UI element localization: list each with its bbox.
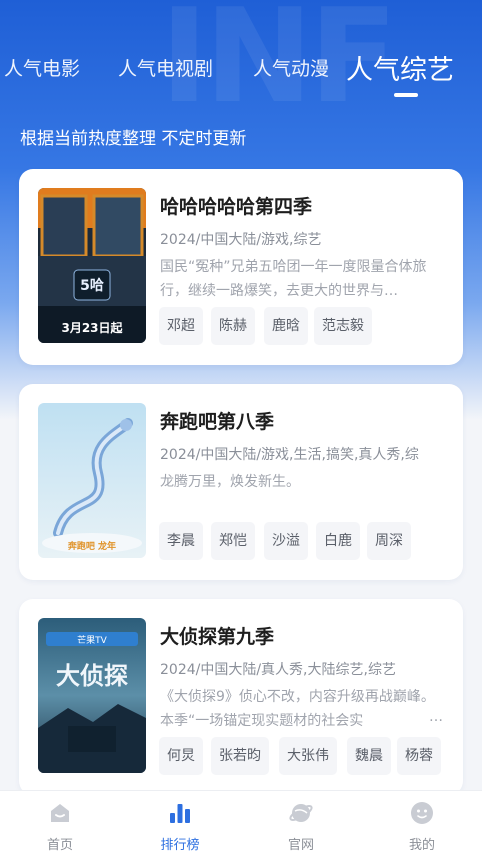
show-poster: 芒果TV 大侦探 xyxy=(38,618,146,773)
show-poster: 奔跑吧 龙年 xyxy=(38,403,146,558)
category-tabs: 人气电影 人气电视剧 人气动漫 人气综艺 xyxy=(0,46,482,96)
show-poster: 5哈 3月23日起 xyxy=(38,188,146,343)
show-card[interactable]: 奔跑吧 龙年 奔跑吧第八季 2024/中国大陆/游戏,生活,搞笑,真人秀,综 龙… xyxy=(19,384,463,580)
show-card[interactable]: 5哈 3月23日起 哈哈哈哈哈第四季 2024/中国大陆/游戏,综艺 国民“冤种… xyxy=(19,169,463,365)
cast-chip[interactable]: 白鹿 xyxy=(316,522,360,560)
cast-chip[interactable]: 大张伟 xyxy=(279,737,337,775)
tabbar-label: 我的 xyxy=(408,838,435,853)
home-icon xyxy=(51,804,69,822)
poster-badge: 5哈 xyxy=(80,277,104,294)
tabbar-label: 首页 xyxy=(46,838,73,853)
cast-chip[interactable]: 杨蓉 xyxy=(397,737,441,775)
cast-chip[interactable]: 郑恺 xyxy=(211,522,255,560)
tab-anime[interactable]: 人气动漫 xyxy=(253,54,329,81)
poster-caption: 3月23日起 xyxy=(61,320,123,335)
tab-variety[interactable]: 人气综艺 xyxy=(346,48,454,87)
tabbar-label: 排行榜 xyxy=(160,838,200,853)
cast-chip[interactable]: 魏晨 xyxy=(347,737,391,775)
tabbar-official-site[interactable]: 官网 xyxy=(241,791,361,858)
show-description: 《大侦探9》侦心不改，内容升级再战巅峰。本季“一场锚定现实题材的社会实 xyxy=(160,689,435,729)
profile-icon xyxy=(411,802,433,824)
tabbar-profile[interactable]: 我的 xyxy=(362,791,482,858)
tabbar-ranking[interactable]: 排行榜 xyxy=(120,791,240,858)
cast-chip[interactable]: 周深 xyxy=(367,522,411,560)
show-description: 龙腾万里，焕发新生。 xyxy=(160,474,300,490)
show-title[interactable]: 大侦探第九季 xyxy=(160,622,274,649)
tabbar-label: 官网 xyxy=(287,838,314,853)
page-subtitle: 根据当前热度整理 不定时更新 xyxy=(20,129,247,149)
show-meta: 2024/中国大陆/游戏,生活,搞笑,真人秀,综 xyxy=(160,447,419,463)
poster-banner: 芒果TV xyxy=(77,634,107,646)
poster-caption: 大侦探 xyxy=(56,662,128,690)
description-more: … xyxy=(429,709,443,725)
show-title[interactable]: 哈哈哈哈哈第四季 xyxy=(160,192,312,219)
cast-chip[interactable]: 何炅 xyxy=(159,737,203,775)
cast-chip[interactable]: 鹿晗 xyxy=(264,307,308,345)
show-meta: 2024/中国大陆/游戏,综艺 xyxy=(160,232,322,248)
tab-tv-series[interactable]: 人气电视剧 xyxy=(118,54,213,81)
cast-chip[interactable]: 邓超 xyxy=(159,307,203,345)
show-title[interactable]: 奔跑吧第八季 xyxy=(160,407,274,434)
bottom-tab-bar: 首页 排行榜 官网 我的 xyxy=(0,790,482,858)
cast-chip[interactable]: 范志毅 xyxy=(314,307,372,345)
cast-chip[interactable]: 沙溢 xyxy=(264,522,308,560)
active-tab-indicator xyxy=(394,93,418,97)
tab-movies[interactable]: 人气电影 xyxy=(4,54,80,81)
cast-chip[interactable]: 陈赫 xyxy=(211,307,255,345)
show-meta: 2024/中国大陆/真人秀,大陆综艺,综艺 xyxy=(160,662,396,678)
ranking-icon xyxy=(170,804,190,823)
cast-chip[interactable]: 张若昀 xyxy=(211,737,269,775)
planet-icon xyxy=(289,804,313,822)
poster-caption: 奔跑吧 龙年 xyxy=(67,540,116,552)
tabbar-home[interactable]: 首页 xyxy=(0,791,120,858)
cast-chip[interactable]: 李晨 xyxy=(159,522,203,560)
show-description: 国民“冤种”兄弟五哈团一年一度限量合体旅行，继续一路爆笑，去更大的世界与… xyxy=(160,259,427,299)
show-card[interactable]: 芒果TV 大侦探 大侦探第九季 2024/中国大陆/真人秀,大陆综艺,综艺 《大… xyxy=(19,599,463,795)
